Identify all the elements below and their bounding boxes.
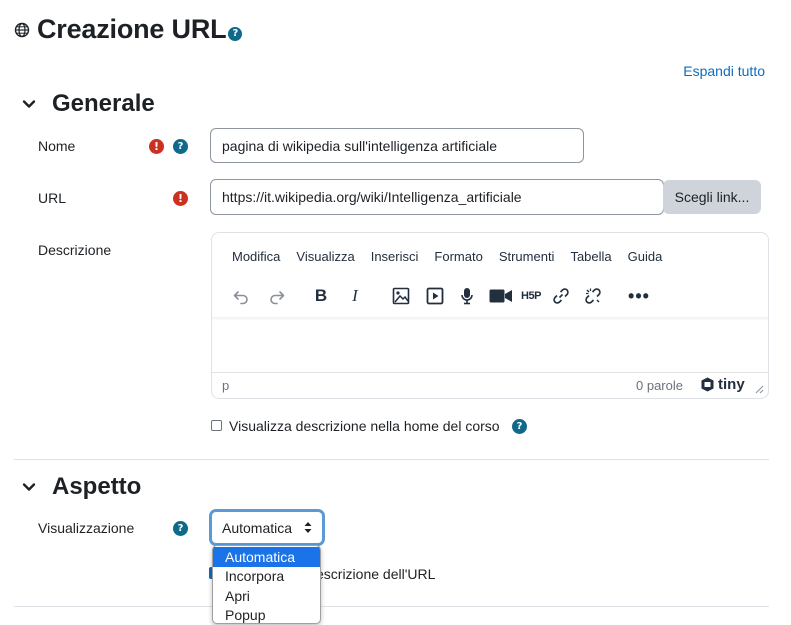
resize-handle-icon[interactable]: [755, 385, 764, 394]
tiny-logo[interactable]: tiny: [700, 376, 745, 393]
h5p-icon[interactable]: H5P: [518, 283, 544, 309]
chevron-down-icon: [22, 483, 36, 491]
rich-text-editor[interactable]: Modifica Visualizza Inserisci Formato St…: [211, 232, 769, 399]
url-input-value: https://it.wikipedia.org/wiki/Intelligen…: [222, 189, 522, 205]
section-general-header[interactable]: Generale: [22, 90, 155, 118]
required-icon: !: [149, 139, 164, 154]
page-header: Creazione URL ?: [14, 14, 243, 45]
editor-statusbar: p 0 parole tiny: [212, 372, 768, 398]
name-label: Nome: [38, 138, 76, 154]
section-divider: [14, 459, 769, 460]
editor-toolbar: B I H5P •••: [228, 283, 652, 309]
video-camera-icon[interactable]: [488, 283, 514, 309]
menu-inserisci[interactable]: Inserisci: [371, 249, 419, 264]
url-label: URL: [38, 190, 67, 206]
redo-icon[interactable]: [264, 283, 290, 309]
menu-modifica[interactable]: Modifica: [232, 249, 280, 264]
title-help-icon[interactable]: ?: [228, 26, 243, 41]
option-apri[interactable]: Apri: [213, 586, 320, 606]
description-label: Descrizione: [38, 242, 112, 258]
option-incorpora[interactable]: Incorpora: [213, 567, 320, 587]
display-select-value: Automatica: [222, 519, 293, 536]
display-dropdown-list[interactable]: Automatica Incorpora Apri Popup: [212, 545, 321, 624]
menu-strumenti[interactable]: Strumenti: [499, 249, 555, 264]
option-popup[interactable]: Popup: [213, 606, 320, 623]
more-icon[interactable]: •••: [626, 283, 652, 309]
menu-visualizza[interactable]: Visualizza: [296, 249, 354, 264]
section-divider: [14, 606, 769, 607]
name-input-value: pagina di wikipedia sull'intelligenza ar…: [222, 137, 498, 154]
element-path[interactable]: p: [222, 378, 229, 393]
italic-icon[interactable]: I: [342, 283, 368, 309]
show-description-help-icon[interactable]: ?: [512, 419, 527, 434]
display-select[interactable]: Automatica: [209, 509, 325, 546]
url-input[interactable]: https://it.wikipedia.org/wiki/Intelligen…: [210, 179, 664, 215]
section-general-title: Generale: [52, 90, 155, 117]
unlink-icon[interactable]: [580, 283, 606, 309]
bold-icon[interactable]: B: [308, 283, 334, 309]
required-icon: !: [173, 191, 188, 206]
show-description-label: Visualizza descrizione nella home del co…: [229, 418, 500, 434]
menu-formato[interactable]: Formato: [434, 249, 482, 264]
menu-tabella[interactable]: Tabella: [570, 249, 611, 264]
expand-all-link[interactable]: Espandi tutto: [683, 63, 765, 79]
section-appearance-title: Aspetto: [52, 473, 142, 500]
chevron-down-icon: [22, 100, 36, 108]
undo-icon[interactable]: [228, 283, 254, 309]
name-help-icon[interactable]: ?: [173, 139, 188, 154]
word-count[interactable]: 0 parole: [636, 378, 683, 393]
tiny-icon: [701, 377, 714, 392]
option-automatica[interactable]: Automatica: [213, 547, 320, 567]
display-label: Visualizzazione: [38, 520, 135, 536]
editor-menubar: Modifica Visualizza Inserisci Formato St…: [232, 249, 678, 264]
select-arrows-icon: [304, 522, 312, 533]
page-title: Creazione URL: [37, 14, 227, 44]
choose-link-button[interactable]: Scegli link...: [663, 180, 761, 214]
image-icon[interactable]: [388, 283, 414, 309]
media-icon[interactable]: [422, 283, 448, 309]
name-input[interactable]: pagina di wikipedia sull'intelligenza ar…: [210, 128, 584, 163]
section-appearance-header[interactable]: Aspetto: [22, 473, 141, 501]
link-icon[interactable]: [548, 283, 574, 309]
tiny-brand: tiny: [718, 376, 745, 393]
menu-guida[interactable]: Guida: [628, 249, 663, 264]
microphone-icon[interactable]: [454, 283, 480, 309]
display-help-icon[interactable]: ?: [173, 521, 188, 536]
show-description-checkbox[interactable]: [211, 420, 222, 431]
toolbar-divider: [212, 317, 768, 321]
globe-icon: [14, 22, 30, 37]
url-description-label: escrizione dell'URL: [316, 566, 436, 582]
